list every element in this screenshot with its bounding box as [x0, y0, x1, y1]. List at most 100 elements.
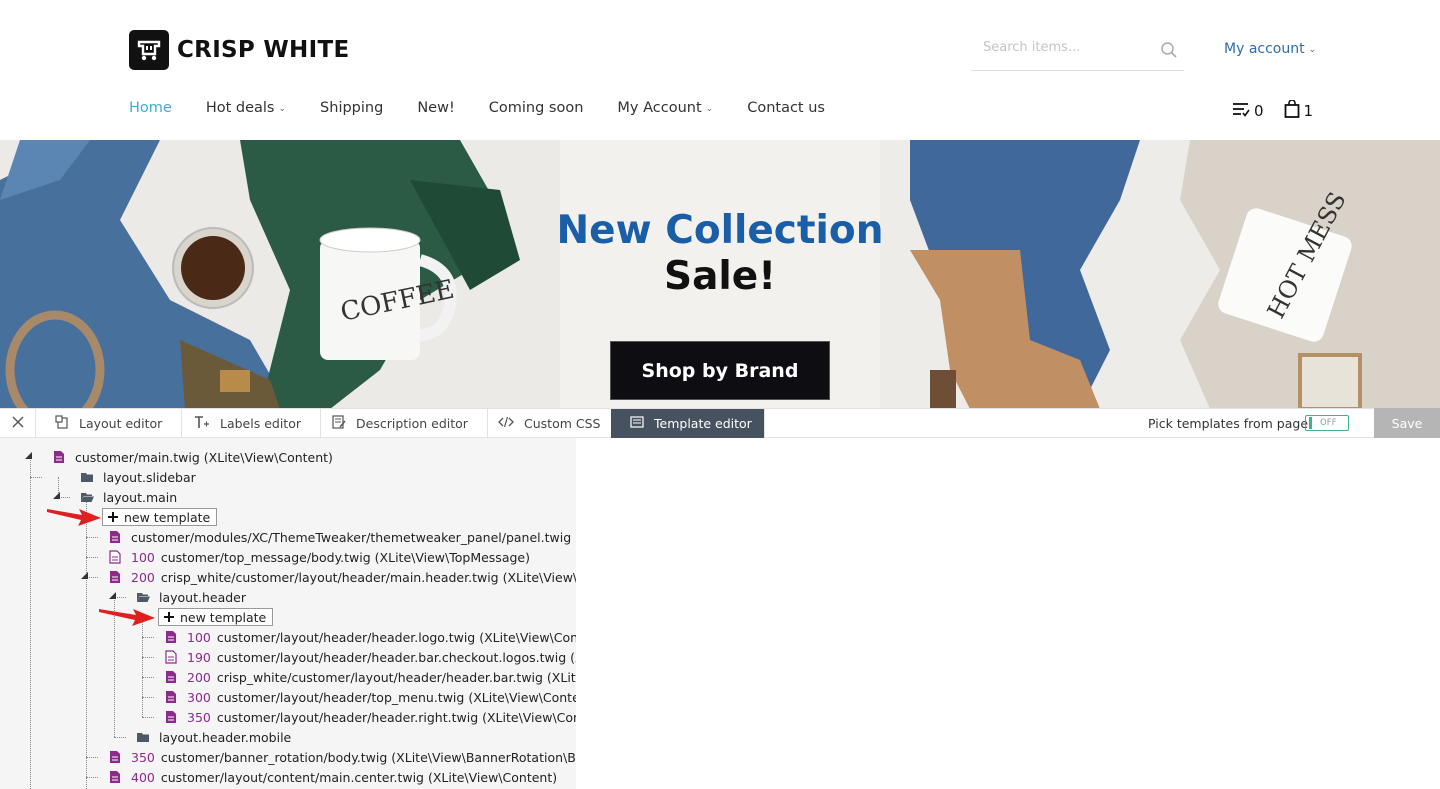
theme-tweaker-panel: Layout editor Labels editor Description … [0, 408, 1440, 438]
shopping-bag-icon [1284, 99, 1300, 122]
template-tree: customer/main.twig (XLite\View\Content) … [0, 438, 576, 789]
tree-item-top-message[interactable]: 100 customer/top_message/body.twig (XLit… [108, 547, 530, 567]
nav-item-new[interactable]: New! [417, 100, 454, 116]
collapse-arrow-icon[interactable] [25, 452, 33, 460]
nav-item-shipping[interactable]: Shipping [320, 100, 383, 116]
folder-icon [81, 473, 93, 482]
tree-item-label: crisp_white/customer/layout/header/heade… [216, 669, 576, 685]
tree-item-label: customer/layout/header/header.right.twig… [216, 709, 576, 725]
annotation-arrow-icon [47, 509, 101, 526]
cart-count: 1 [1303, 102, 1314, 120]
nav-label: Home [129, 100, 172, 116]
tree-item-label: customer/main.twig (XLite\View\Content) [75, 449, 333, 465]
folder-open-icon [137, 593, 150, 602]
tree-item-layout-header[interactable]: layout.header [136, 587, 246, 607]
tree-item-label: customer/layout/header/header.bar.checko… [216, 649, 576, 665]
tree-item-header-bar[interactable]: 200 crisp_white/customer/layout/header/h… [164, 667, 576, 687]
tree-item-header-right[interactable]: 350 customer/layout/header/header.right.… [164, 707, 576, 727]
tree-item-header-main[interactable]: 200 crisp_white/customer/layout/header/m… [108, 567, 576, 587]
collapse-arrow-icon[interactable] [81, 572, 89, 580]
cart-button[interactable]: 1 [1284, 99, 1314, 122]
compare-list-button[interactable]: 0 [1232, 101, 1264, 121]
tab-label: Description editor [356, 416, 468, 431]
tree-item-label: layout.slidebar [103, 469, 196, 485]
my-account-dropdown[interactable]: My account ⌄ [1224, 41, 1316, 57]
chevron-down-icon: ⌄ [705, 104, 714, 114]
template-weight: 400 [131, 769, 155, 785]
tree-item-panel[interactable]: customer/modules/XC/ThemeTweaker/themetw… [108, 527, 576, 547]
file-icon [166, 631, 176, 643]
template-weight: 100 [131, 549, 155, 565]
template-weight: 350 [187, 709, 211, 725]
search-input[interactable] [983, 40, 1153, 55]
tab-layout-editor[interactable]: Layout editor [36, 409, 183, 438]
toggle-knob [1309, 417, 1312, 429]
nav-label: Shipping [320, 100, 384, 116]
tree-item-root[interactable]: customer/main.twig (XLite\View\Content) [52, 447, 333, 467]
tab-labels-editor[interactable]: Labels editor [175, 409, 321, 438]
pick-templates-toggle[interactable]: OFF [1305, 415, 1349, 431]
my-account-label: My account [1224, 41, 1305, 57]
tab-custom-css[interactable]: Custom CSS [479, 409, 621, 438]
new-template-button[interactable]: new template [158, 608, 274, 626]
file-icon [110, 771, 120, 783]
tree-item-main-center[interactable]: 400 customer/layout/content/main.center.… [108, 767, 557, 787]
shop-by-brand-button[interactable]: Shop by Brand [610, 341, 830, 400]
toggle-state: OFF [1320, 418, 1337, 428]
tree-item-label: customer/layout/header/header.logo.twig … [216, 629, 576, 645]
new-template-button[interactable]: new template [102, 508, 218, 526]
tab-description-editor[interactable]: Description editor [313, 409, 488, 438]
tree-item-label: customer/layout/header/top_menu.twig (XL… [216, 689, 576, 705]
search-box [971, 32, 1184, 71]
nav-item-contact-us[interactable]: Contact us [747, 100, 825, 116]
tree-item-header-logo[interactable]: 100 customer/layout/header/header.logo.t… [164, 627, 576, 647]
nav-item-home[interactable]: Home [129, 100, 172, 116]
chevron-down-icon: ⌄ [278, 104, 287, 114]
tree-item-label: customer/modules/XC/ThemeTweaker/themetw… [131, 529, 576, 545]
file-icon [110, 531, 120, 543]
tab-label: Custom CSS [524, 416, 601, 431]
file-outline-icon [109, 550, 121, 564]
file-icon [110, 571, 120, 583]
tree-item-slidebar[interactable]: layout.slidebar [80, 467, 196, 487]
nav-item-my-account[interactable]: My Account ⌄ [617, 100, 713, 116]
tree-item-banner-rotation[interactable]: 350 customer/banner_rotation/body.twig (… [108, 747, 576, 767]
tab-label: Layout editor [79, 416, 163, 431]
nav-label: My Account [617, 100, 702, 116]
search-icon[interactable] [1160, 41, 1178, 63]
tree-item-top-menu[interactable]: 300 customer/layout/header/top_menu.twig… [164, 687, 576, 707]
collapse-arrow-icon[interactable] [109, 592, 117, 600]
tree-item-label: customer/top_message/body.twig (XLite\Vi… [160, 549, 530, 565]
collapse-arrow-icon[interactable] [53, 492, 61, 500]
hero-banner[interactable]: COFFEE HOT MESS New Collection Sale! Sho… [0, 140, 1440, 409]
file-outline-icon [165, 650, 177, 664]
tab-template-editor[interactable]: Template editor [611, 409, 765, 438]
nav-item-hot-deals[interactable]: Hot deals ⌄ [206, 100, 286, 116]
tree-item-label: layout.header.mobile [159, 729, 292, 745]
annotation-arrow-icon [99, 609, 155, 626]
pick-templates-label: Pick templates from page [1148, 416, 1309, 431]
tree-item-header-bar-checkout-logos[interactable]: 190 customer/layout/header/header.bar.ch… [164, 647, 576, 667]
save-button[interactable]: Save [1374, 408, 1440, 438]
nav-item-coming-soon[interactable]: Coming soon [489, 100, 584, 116]
file-icon [166, 711, 176, 723]
close-panel-button[interactable] [0, 409, 36, 438]
file-icon [110, 751, 120, 763]
template-weight: 350 [131, 749, 155, 765]
tree-item-layout-header-mobile[interactable]: layout.header.mobile [136, 727, 291, 747]
file-icon [166, 671, 176, 683]
tree-item-label: customer/banner_rotation/body.twig (XLit… [160, 749, 576, 765]
tab-label: Template editor [654, 416, 752, 431]
site-header: CRISP WHITE My account ⌄ Home Hot deals⌄… [0, 0, 1440, 140]
template-icon [630, 416, 644, 431]
folder-open-icon [81, 493, 94, 502]
template-weight: 190 [187, 649, 211, 665]
store-logo[interactable]: CRISP WHITE [129, 30, 349, 70]
tree-item-layout-main[interactable]: layout.main [80, 487, 177, 507]
store-name: CRISP WHITE [177, 37, 350, 63]
nav-label: New! [417, 100, 455, 116]
tree-item-label: layout.main [103, 489, 178, 505]
template-weight: 200 [187, 669, 211, 685]
compare-count: 0 [1254, 102, 1264, 120]
new-template-label: new template [124, 509, 211, 525]
